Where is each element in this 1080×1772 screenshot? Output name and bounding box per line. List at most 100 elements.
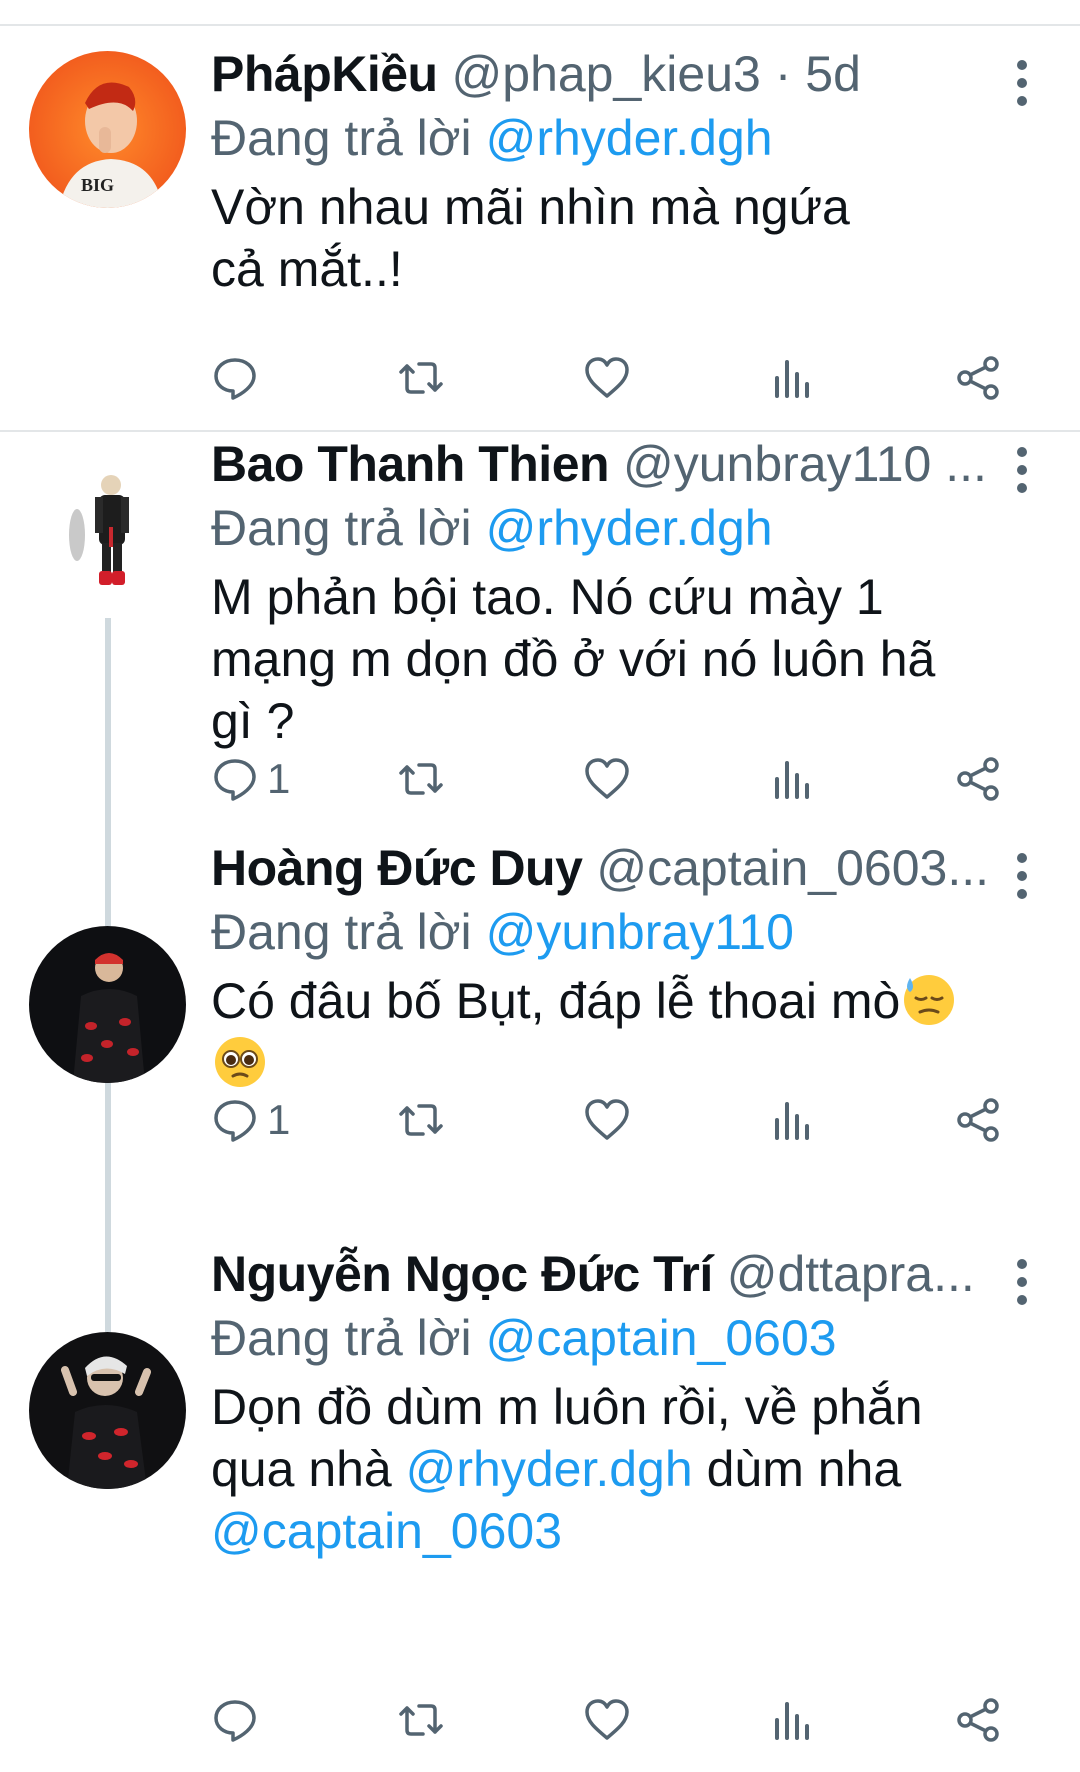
- tweet[interactable]: Hoàng Đức Duy @captain_0603... Đang trả …: [0, 834, 1080, 1240]
- more-options-button[interactable]: [1002, 53, 1042, 113]
- retweet-icon: [399, 763, 443, 795]
- reply-button[interactable]: [211, 348, 267, 408]
- tweet-text: Có đâu bố Bụt, đáp lễ thoai mò: [211, 970, 1001, 1094]
- thread-connector: [105, 1240, 111, 1332]
- tweet-text: M phản bội tao. Nó cứu mày 1 mạng m dọn …: [211, 569, 936, 749]
- views-button[interactable]: [769, 1090, 817, 1150]
- replying-to: Đang trả lời @yunbray110: [211, 900, 1010, 964]
- share-icon: [957, 757, 999, 801]
- more-options-button[interactable]: [1002, 1252, 1042, 1312]
- downcast-sweat-emoji-icon: [900, 970, 958, 1028]
- avatar[interactable]: [29, 1332, 186, 1489]
- reply-button[interactable]: 1: [211, 1090, 290, 1150]
- top-divider: [0, 0, 1080, 26]
- retweet-button[interactable]: [397, 1690, 445, 1750]
- share-button[interactable]: [955, 749, 1003, 809]
- action-bar: [211, 348, 1011, 408]
- separator-dot: ·: [760, 46, 806, 102]
- share-icon: [957, 1698, 999, 1742]
- tweet-header: Bao Thanh Thien @yunbray110 ...: [211, 432, 1010, 496]
- more-vertical-icon: [1017, 1259, 1027, 1305]
- reply-mention-link[interactable]: @rhyder.dgh: [486, 110, 773, 166]
- tweet-text: Dọn đồ dùm m luôn rồi, về phắn qua nhà @…: [211, 1376, 971, 1562]
- share-button[interactable]: [955, 1090, 1003, 1150]
- retweet-icon: [399, 1104, 443, 1136]
- replying-to: Đang trả lời @rhyder.dgh: [211, 106, 1010, 170]
- reply-button[interactable]: 1: [211, 749, 290, 809]
- reply-icon: [214, 358, 256, 400]
- display-name[interactable]: PhápKiều: [211, 46, 438, 102]
- reply-icon: [214, 1700, 256, 1742]
- reply-mention-link[interactable]: @yunbray110: [486, 904, 794, 960]
- views-icon: [775, 761, 809, 799]
- avatar[interactable]: [29, 455, 186, 612]
- share-button[interactable]: [955, 348, 1003, 408]
- mention-link[interactable]: @captain_0603: [211, 1503, 562, 1559]
- replying-to-label: Đang trả lời: [211, 500, 486, 556]
- tweet-header: Nguyễn Ngọc Đức Trí @dttapra...: [211, 1242, 1010, 1306]
- retweet-button[interactable]: [397, 1090, 445, 1150]
- share-button[interactable]: [955, 1690, 1003, 1750]
- action-bar: 1: [211, 749, 1011, 809]
- user-handle[interactable]: @captain_0603...: [596, 840, 989, 896]
- replying-to: Đang trả lời @rhyder.dgh: [211, 496, 1010, 560]
- like-button[interactable]: [583, 749, 631, 809]
- views-icon: [775, 1102, 809, 1140]
- reply-count: 1: [267, 755, 291, 802]
- retweet-icon: [399, 1704, 443, 1736]
- like-icon: [585, 758, 629, 799]
- retweet-icon: [399, 362, 443, 394]
- retweet-button[interactable]: [397, 749, 445, 809]
- thread-connector: [105, 618, 111, 834]
- replying-to-label: Đang trả lời: [211, 1310, 486, 1366]
- svg-text:BIG: BIG: [81, 175, 114, 195]
- views-icon: [775, 1702, 809, 1740]
- like-button[interactable]: [583, 348, 631, 408]
- user-handle[interactable]: @phap_kieu3: [452, 46, 761, 102]
- mention-link[interactable]: @rhyder.dgh: [406, 1441, 693, 1497]
- replying-to-label: Đang trả lời: [211, 110, 486, 166]
- tweet[interactable]: BIG PhápKiều @phap_kieu3 · 5d Đang trả l…: [0, 26, 1080, 432]
- more-vertical-icon: [1017, 60, 1027, 106]
- replying-to: Đang trả lời @captain_0603: [211, 1306, 1010, 1370]
- reply-count: 1: [267, 1096, 291, 1143]
- tweet[interactable]: Bao Thanh Thien @yunbray110 ... Đang trả…: [0, 432, 1080, 834]
- thread-connector: [105, 834, 111, 926]
- thread-connector: [105, 1083, 111, 1240]
- more-vertical-icon: [1017, 447, 1027, 493]
- display-name[interactable]: Hoàng Đức Duy: [211, 840, 583, 896]
- reply-mention-link[interactable]: @captain_0603: [486, 1310, 837, 1366]
- avatar[interactable]: BIG: [29, 51, 186, 208]
- user-handle[interactable]: @yunbray110 ...: [623, 436, 987, 492]
- more-options-button[interactable]: [1002, 846, 1042, 906]
- share-icon: [957, 1098, 999, 1142]
- views-button[interactable]: [769, 1690, 817, 1750]
- replying-to-label: Đang trả lời: [211, 904, 486, 960]
- action-bar: [211, 1690, 1011, 1750]
- views-button[interactable]: [769, 348, 817, 408]
- user-handle[interactable]: @dttapra...: [727, 1246, 975, 1302]
- reply-mention-link[interactable]: @rhyder.dgh: [486, 500, 773, 556]
- reply-icon: [214, 759, 256, 801]
- like-button[interactable]: [583, 1090, 631, 1150]
- avatar[interactable]: [29, 926, 186, 1083]
- retweet-button[interactable]: [397, 348, 445, 408]
- like-icon: [585, 1699, 629, 1740]
- display-name[interactable]: Nguyễn Ngọc Đức Trí: [211, 1246, 713, 1302]
- like-button[interactable]: [583, 1690, 631, 1750]
- pleading-face-emoji-icon: [211, 1032, 269, 1090]
- more-vertical-icon: [1017, 853, 1027, 899]
- reply-button[interactable]: [211, 1690, 267, 1750]
- tweet-text-content: Có đâu bố Bụt, đáp lễ thoai mò: [211, 973, 901, 1029]
- tweet[interactable]: Nguyễn Ngọc Đức Trí @dttapra... Đang trả…: [0, 1240, 1080, 1772]
- display-name[interactable]: Bao Thanh Thien: [211, 436, 610, 492]
- views-button[interactable]: [769, 749, 817, 809]
- tweet-text: Vờn nhau mãi nhìn mà ngứa cả mắt..!: [211, 179, 850, 297]
- like-icon: [585, 1099, 629, 1140]
- more-options-button[interactable]: [1002, 440, 1042, 500]
- share-icon: [957, 356, 999, 400]
- timestamp[interactable]: 5d: [805, 46, 861, 102]
- tweet-header: PhápKiều @phap_kieu3 · 5d: [211, 42, 1010, 106]
- views-icon: [775, 360, 809, 398]
- action-bar: 1: [211, 1090, 1011, 1150]
